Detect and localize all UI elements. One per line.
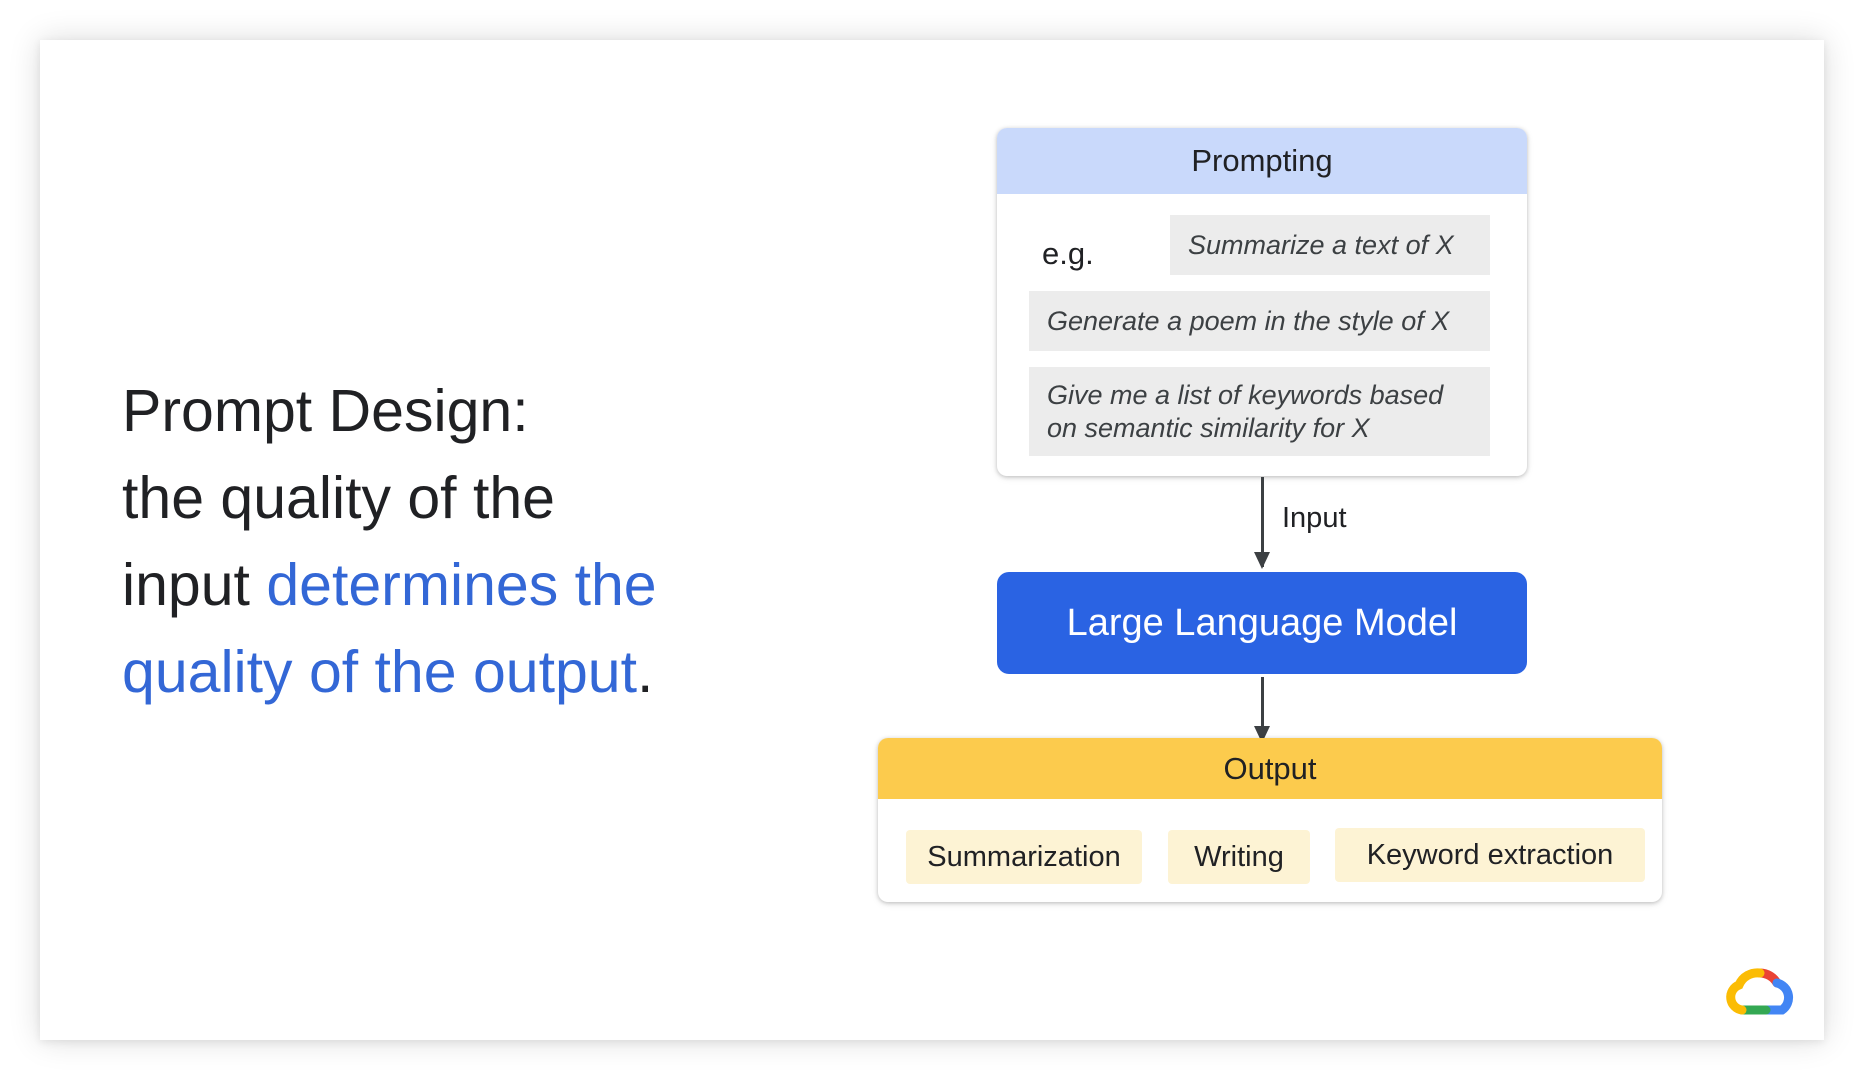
slide: Prompt Design: the quality of the input … [40,40,1824,1040]
input-label: Input [1282,502,1347,534]
headline-line-2: the quality of the [122,465,555,531]
output-card: Output Summarization Writing Keyword ext… [878,738,1662,902]
prompt-example-2: Generate a poem in the style of X [1029,291,1490,351]
output-arrow [1254,677,1270,743]
output-header: Output [878,738,1662,799]
prompt-example-3: Give me a list of keywords based on sema… [1029,367,1490,456]
headline-line-3-prefix: input [122,552,267,618]
output-chip-summarization: Summarization [906,830,1142,884]
headline-line-4: quality of the output. [122,629,842,716]
eg-label: e.g. [1042,236,1094,271]
headline-line-3-accent: determines the [266,552,657,618]
large-language-model-box: Large Language Model [997,572,1527,674]
headline-line-4-suffix: . [636,639,654,705]
input-arrow [1254,477,1270,569]
prompting-card: Prompting e.g. Summarize a text of X Gen… [997,128,1527,476]
headline-line-4-accent: quality of the output [122,639,637,705]
output-chip-keyword-extraction: Keyword extraction [1335,828,1645,882]
prompt-example-1: Summarize a text of X [1170,215,1490,275]
headline-line-1: Prompt Design: [122,378,529,444]
google-cloud-logo-icon [1726,968,1794,1015]
headline-line-3: input determines the [122,542,842,629]
headline: Prompt Design: the quality of the input … [122,368,842,716]
prompting-header: Prompting [997,128,1527,194]
output-chip-writing: Writing [1168,830,1310,884]
